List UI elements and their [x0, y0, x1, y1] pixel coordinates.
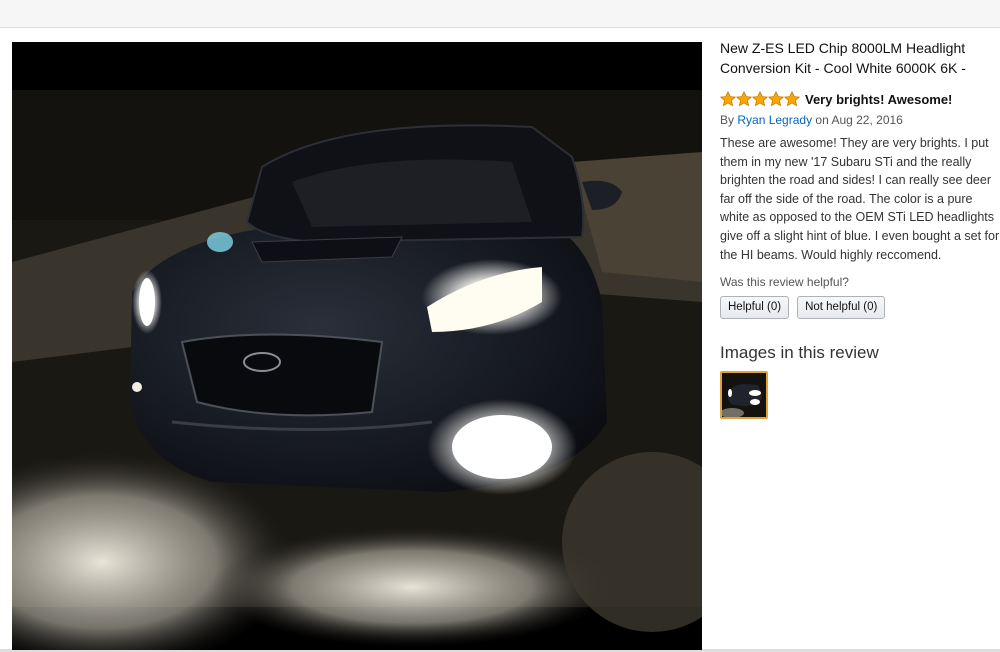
review-date: on Aug 22, 2016	[815, 113, 903, 127]
review-details: New Z-ES LED Chip 8000LM Headlight Conve…	[720, 38, 1000, 420]
star-icon	[768, 91, 784, 107]
star-rating	[720, 91, 800, 107]
star-icon	[736, 91, 752, 107]
images-heading: Images in this review	[720, 343, 879, 363]
helpful-button[interactable]: Helpful (0)	[720, 296, 790, 320]
car-headlights-photo	[12, 42, 702, 650]
star-icon	[752, 91, 768, 107]
review-byline: By Ryan Legrady on Aug 22, 2016	[720, 112, 1000, 128]
review-body: These are awesome! They are very brights…	[720, 136, 1000, 262]
review-image-viewer[interactable]	[12, 42, 702, 650]
review-headline[interactable]: Very brights! Awesome!	[805, 92, 952, 107]
top-bar	[0, 0, 1000, 28]
not-helpful-button[interactable]: Not helpful (0)	[797, 296, 886, 320]
star-icon	[784, 91, 800, 107]
helpful-buttons: Helpful (0) Not helpful (0)	[720, 296, 1000, 320]
product-title[interactable]: New Z-ES LED Chip 8000LM Headlight Conve…	[720, 38, 990, 78]
car-headlights-thumbnail-icon	[722, 373, 766, 418]
by-prefix: By	[720, 113, 735, 127]
review-image-thumbnail[interactable]	[720, 371, 768, 420]
helpful-question: Was this review helpful?	[720, 275, 849, 290]
star-icon	[720, 91, 736, 107]
review-headline-row: Very brights! Awesome!	[720, 90, 1000, 108]
author-link[interactable]: Ryan Legrady	[737, 113, 812, 127]
